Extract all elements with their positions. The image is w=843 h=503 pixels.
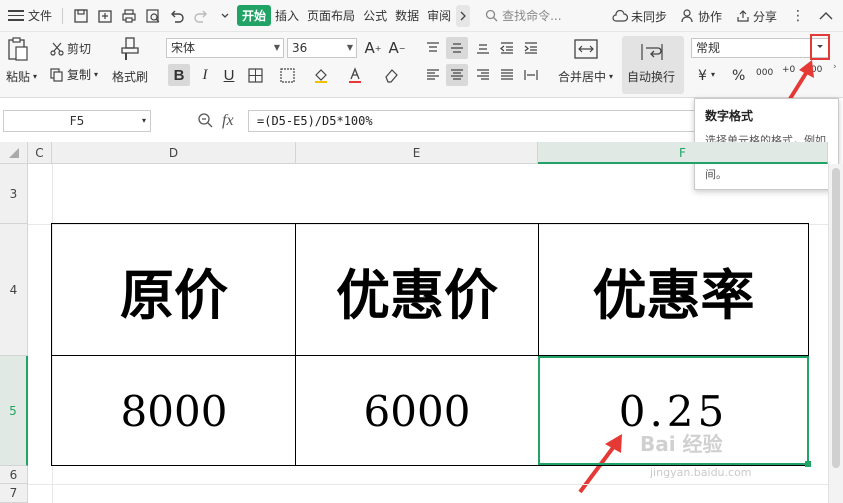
watermark-logo: Bai 经验: [640, 432, 723, 456]
gridline: [28, 484, 828, 485]
watermark-url: jingyan.baidu.com: [650, 466, 752, 479]
row-header-5[interactable]: 5: [0, 356, 28, 466]
cell-e4[interactable]: 优惠价: [296, 224, 538, 356]
column-header-f[interactable]: F: [538, 142, 828, 164]
row-header-4[interactable]: 4: [0, 224, 28, 356]
table-border-col1: [295, 223, 296, 466]
cell-e5[interactable]: 6000: [296, 356, 538, 466]
cell-reference: F5: [69, 114, 85, 128]
fill-handle[interactable]: [805, 461, 811, 467]
table-border-top: [51, 223, 809, 224]
row-header-6[interactable]: 6: [0, 466, 28, 484]
select-all-corner[interactable]: [0, 142, 28, 164]
column-header-c[interactable]: C: [28, 142, 52, 164]
cell-d4[interactable]: 原价: [52, 224, 296, 356]
insert-function-button[interactable]: fx: [222, 112, 234, 130]
chevron-down-icon: ▾: [141, 116, 146, 125]
name-box[interactable]: F5 ▾: [3, 110, 151, 132]
cell-f4[interactable]: 优惠率: [538, 224, 809, 356]
table-border-left: [51, 223, 52, 466]
vertical-scrollbar[interactable]: [828, 164, 843, 503]
formula-input[interactable]: =(D5-E5)/D5*100%: [248, 110, 698, 132]
scrollbar-thumb[interactable]: [832, 168, 840, 468]
cell-d5[interactable]: 8000: [52, 356, 296, 466]
row-header-7[interactable]: 7: [0, 484, 28, 503]
zoom-icon[interactable]: [197, 112, 213, 131]
column-header-e[interactable]: E: [296, 142, 538, 164]
column-header-d[interactable]: D: [52, 142, 296, 164]
tooltip-title: 数字格式: [705, 109, 754, 123]
row-header-3[interactable]: 3: [0, 164, 28, 224]
